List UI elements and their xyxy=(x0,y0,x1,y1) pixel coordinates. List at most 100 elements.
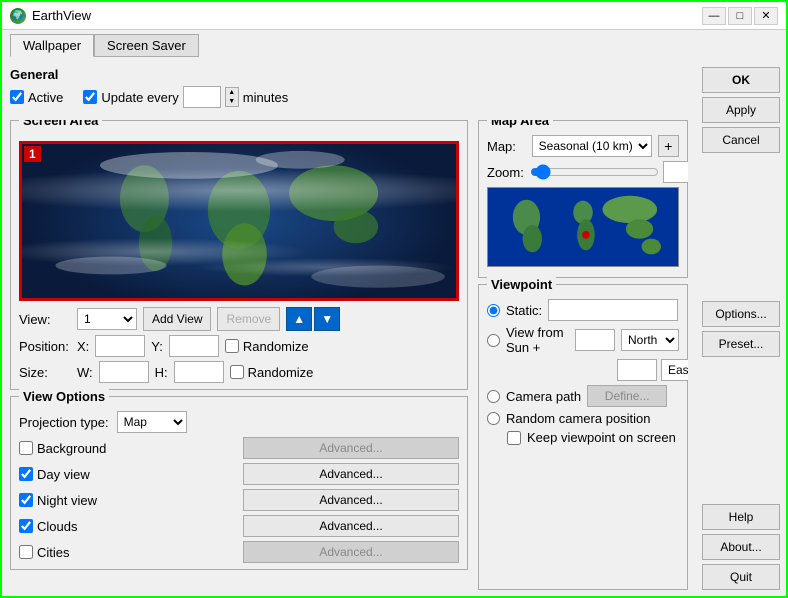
random-camera-radio[interactable] xyxy=(487,412,500,425)
advanced-day-button[interactable]: Advanced... xyxy=(243,463,459,485)
active-label[interactable]: Active xyxy=(10,90,63,105)
x-input[interactable]: 0 xyxy=(95,335,145,357)
view-select[interactable]: 1 xyxy=(77,308,137,330)
tab-wallpaper[interactable]: Wallpaper xyxy=(10,34,94,57)
two-columns: Screen Area 1 xyxy=(10,120,688,590)
define-button: Define... xyxy=(587,385,667,407)
w-input[interactable]: 1920 xyxy=(99,361,149,383)
sun-radio[interactable] xyxy=(487,334,500,347)
maximize-button[interactable]: □ xyxy=(728,7,752,25)
h-input[interactable]: 1080 xyxy=(174,361,224,383)
remove-button[interactable]: Remove xyxy=(217,307,280,331)
map-select[interactable]: Seasonal (10 km) xyxy=(532,135,652,157)
y-input[interactable]: 0 xyxy=(169,335,219,357)
ok-button[interactable]: OK xyxy=(702,67,780,93)
main-window: 🌍 EarthView — □ ✕ Wallpaper Screen Saver… xyxy=(0,0,788,598)
right-buttons-panel: OK Apply Cancel Options... Preset... Hel… xyxy=(696,61,786,596)
world-map-preview xyxy=(487,187,679,267)
nav-arrows: ▲ ▼ xyxy=(286,307,340,331)
keep-viewpoint-row: Keep viewpoint on screen xyxy=(487,430,679,445)
options-button[interactable]: Options... xyxy=(702,301,780,327)
titlebar: 🌍 EarthView — □ ✕ xyxy=(2,2,786,30)
quit-button[interactable]: Quit xyxy=(702,564,780,590)
update-row: Update every 10 ▲ ▼ minutes xyxy=(83,86,288,108)
size-randomize[interactable]: Randomize xyxy=(230,365,314,380)
size-randomize-checkbox[interactable] xyxy=(230,365,244,379)
clouds-checkbox[interactable] xyxy=(19,519,33,533)
world-map-svg xyxy=(488,188,678,266)
close-button[interactable]: ✕ xyxy=(754,7,778,25)
viewpoint-group: Viewpoint Static: 0.00° N 0.00° E View f… xyxy=(478,284,688,590)
app-icon: 🌍 xyxy=(10,8,26,24)
position-label: Position: xyxy=(19,339,71,354)
cancel-button[interactable]: Cancel xyxy=(702,127,780,153)
background-checkbox[interactable] xyxy=(19,441,33,455)
screen-area-title: Screen Area xyxy=(19,120,102,128)
map-area-group: Map Area Map: Seasonal (10 km) + Zoom: xyxy=(478,120,688,278)
advanced-night-button[interactable]: Advanced... xyxy=(243,489,459,511)
night-view-checkbox[interactable] xyxy=(19,493,33,507)
zoom-slider[interactable] xyxy=(530,164,659,180)
size-label: Size: xyxy=(19,365,71,380)
general-label: General xyxy=(10,67,688,82)
position-randomize-checkbox[interactable] xyxy=(225,339,239,353)
night-view-row: Night view xyxy=(19,489,235,511)
view-options-title: View Options xyxy=(19,389,109,404)
static-coords-input[interactable]: 0.00° N 0.00° E xyxy=(548,299,678,321)
zoom-value-input[interactable]: 1 xyxy=(663,161,688,183)
app-title: EarthView xyxy=(32,8,91,23)
minimize-button[interactable]: — xyxy=(702,7,726,25)
main-area: General Active Update every 10 ▲ ▼ xyxy=(2,61,696,596)
help-button[interactable]: Help xyxy=(702,504,780,530)
arrow-up-button[interactable]: ▲ xyxy=(286,307,312,331)
clouds-row: Clouds xyxy=(19,515,235,537)
advanced-background-button: Advanced... xyxy=(243,437,459,459)
east-direction-select[interactable]: East West xyxy=(661,359,688,381)
keep-viewpoint-checkbox[interactable] xyxy=(507,431,521,445)
add-view-button[interactable]: Add View xyxy=(143,307,211,331)
static-radio[interactable] xyxy=(487,304,500,317)
position-row: Position: X: 0 Y: 0 Randomize xyxy=(19,335,459,357)
active-checkbox[interactable] xyxy=(10,90,24,104)
update-value-input[interactable]: 10 xyxy=(183,86,221,108)
sun-radio-row: View from Sun + 0° North South xyxy=(487,325,679,355)
view-label: View: xyxy=(19,312,71,327)
east-degree-input[interactable]: 0° xyxy=(617,359,657,381)
view-opts-grid: Background Advanced... Day view Advanced… xyxy=(19,437,459,563)
left-column: Screen Area 1 xyxy=(10,120,468,590)
screen-preview: 1 xyxy=(19,141,459,301)
titlebar-controls: — □ ✕ xyxy=(702,7,778,25)
spinner-down[interactable]: ▼ xyxy=(226,97,238,106)
projection-row: Projection type: Map xyxy=(19,411,459,433)
east-row: 0° East West xyxy=(487,359,679,381)
tab-bar: Wallpaper Screen Saver xyxy=(2,30,786,57)
content-area: General Active Update every 10 ▲ ▼ xyxy=(2,61,786,596)
map-area-title: Map Area xyxy=(487,120,553,128)
about-button[interactable]: About... xyxy=(702,534,780,560)
map-row: Map: Seasonal (10 km) + xyxy=(487,135,679,157)
apply-button[interactable]: Apply xyxy=(702,97,780,123)
camera-path-row: Camera path Define... xyxy=(487,385,679,407)
general-controls: Active Update every 10 ▲ ▼ minutes xyxy=(10,86,688,108)
north-direction-select[interactable]: North South xyxy=(621,329,679,351)
position-randomize[interactable]: Randomize xyxy=(225,339,309,354)
map-plus-button[interactable]: + xyxy=(658,135,679,157)
tab-screen-saver[interactable]: Screen Saver xyxy=(94,34,199,57)
spinner-up[interactable]: ▲ xyxy=(226,88,238,97)
zoom-controls: 1 % xyxy=(530,161,688,183)
cities-checkbox[interactable] xyxy=(19,545,33,559)
general-section: General Active Update every 10 ▲ ▼ xyxy=(10,67,688,114)
camera-path-radio[interactable] xyxy=(487,390,500,403)
day-view-row: Day view xyxy=(19,463,235,485)
sun-degree-input[interactable]: 0° xyxy=(575,329,615,351)
day-view-checkbox[interactable] xyxy=(19,467,33,481)
preset-button[interactable]: Preset... xyxy=(702,331,780,357)
arrow-down-button[interactable]: ▼ xyxy=(314,307,340,331)
view-row: View: 1 Add View Remove ▲ ▼ xyxy=(19,307,459,331)
projection-select[interactable]: Map xyxy=(117,411,187,433)
random-camera-row: Random camera position xyxy=(487,411,679,426)
update-checkbox[interactable] xyxy=(83,90,97,104)
size-row: Size: W: 1920 H: 1080 Randomize xyxy=(19,361,459,383)
viewpoint-title: Viewpoint xyxy=(487,277,556,292)
advanced-clouds-button[interactable]: Advanced... xyxy=(243,515,459,537)
